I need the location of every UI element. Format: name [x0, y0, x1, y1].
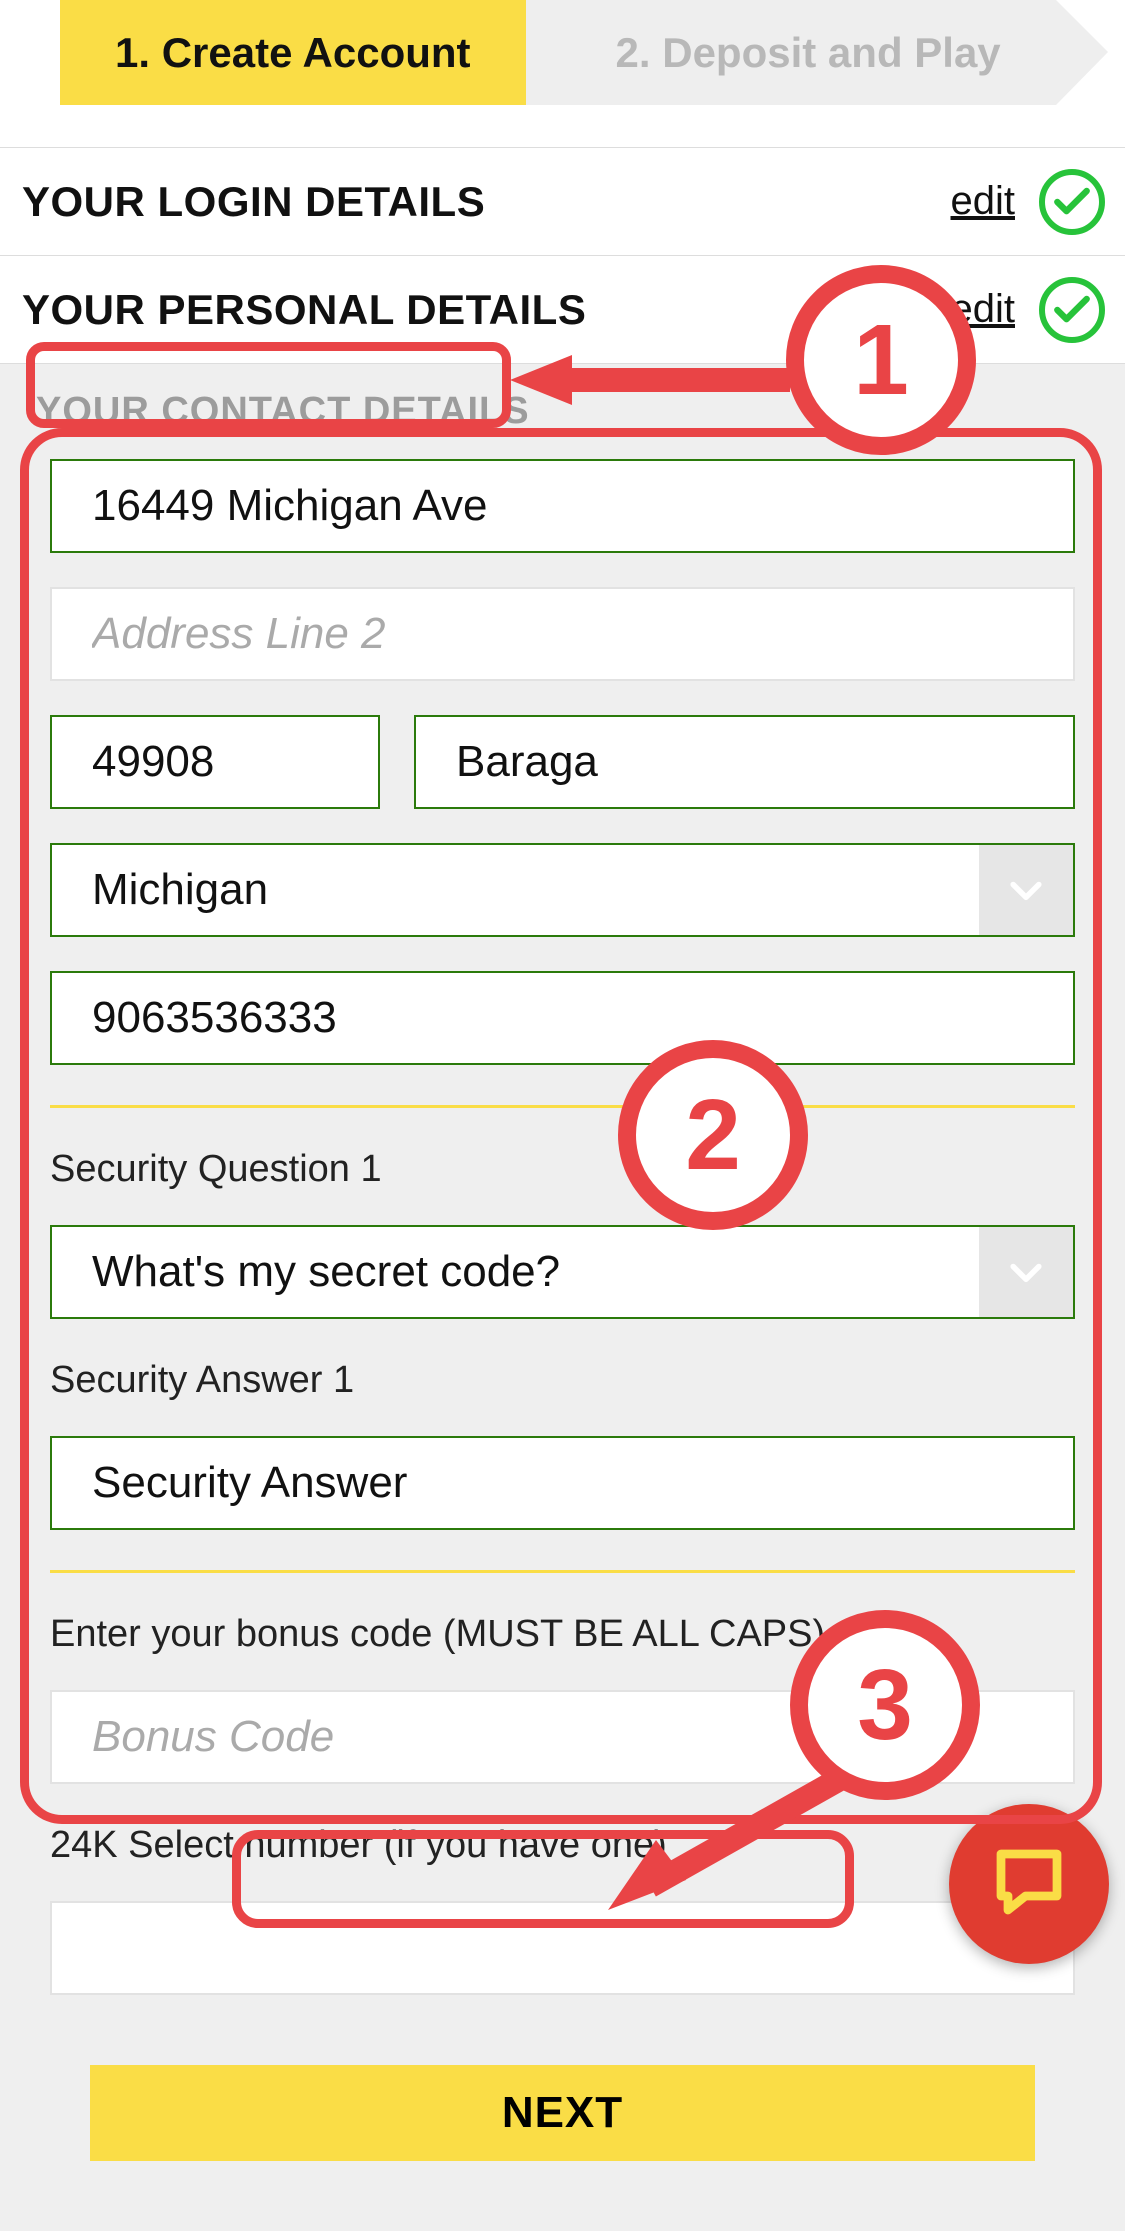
- select24-input[interactable]: [50, 1901, 1075, 1995]
- checkmark-icon: [1039, 169, 1105, 235]
- state-select[interactable]: [50, 843, 1075, 937]
- chat-button[interactable]: [949, 1804, 1109, 1964]
- checkmark-icon: [1039, 277, 1105, 343]
- address-line-1-input[interactable]: [50, 459, 1075, 553]
- security-question-label: Security Question 1: [50, 1142, 1075, 1191]
- chevron-down-icon: [979, 845, 1073, 935]
- section-personal-details: YOUR PERSONAL DETAILS edit: [0, 256, 1125, 364]
- city-input[interactable]: [414, 715, 1075, 809]
- section-login-details: YOUR LOGIN DETAILS edit: [0, 148, 1125, 256]
- divider: [50, 1105, 1075, 1108]
- address-line-2-input[interactable]: [50, 587, 1075, 681]
- panel-heading: YOUR CONTACT DETAILS: [0, 364, 1125, 459]
- section-contact-details: YOUR CONTACT DETAILS Security Question 1…: [0, 364, 1125, 2231]
- edit-link-login[interactable]: edit: [951, 179, 1016, 224]
- security-answer-label: Security Answer 1: [50, 1353, 1075, 1402]
- chevron-down-icon: [979, 1227, 1073, 1317]
- step-create-account: 1. Create Account: [60, 0, 526, 105]
- section-title: YOUR PERSONAL DETAILS: [22, 286, 951, 334]
- security-answer-input[interactable]: [50, 1436, 1075, 1530]
- bonus-code-label: Enter your bonus code (MUST BE ALL CAPS)…: [50, 1607, 1075, 1656]
- select24-label: 24K Select number (if you have one): [50, 1818, 1075, 1867]
- zip-input[interactable]: [50, 715, 380, 809]
- phone-input[interactable]: [50, 971, 1075, 1065]
- divider: [50, 1570, 1075, 1573]
- chat-icon: [987, 1840, 1071, 1929]
- edit-link-personal[interactable]: edit: [951, 287, 1016, 332]
- progress-stepper: 1. Create Account 2. Deposit and Play: [0, 0, 1125, 105]
- security-question-select[interactable]: [50, 1225, 1075, 1319]
- bonus-code-input[interactable]: [50, 1690, 1075, 1784]
- section-title: YOUR LOGIN DETAILS: [22, 178, 951, 226]
- step-deposit-play: 2. Deposit and Play: [526, 0, 1056, 105]
- next-button[interactable]: NEXT: [90, 2065, 1035, 2161]
